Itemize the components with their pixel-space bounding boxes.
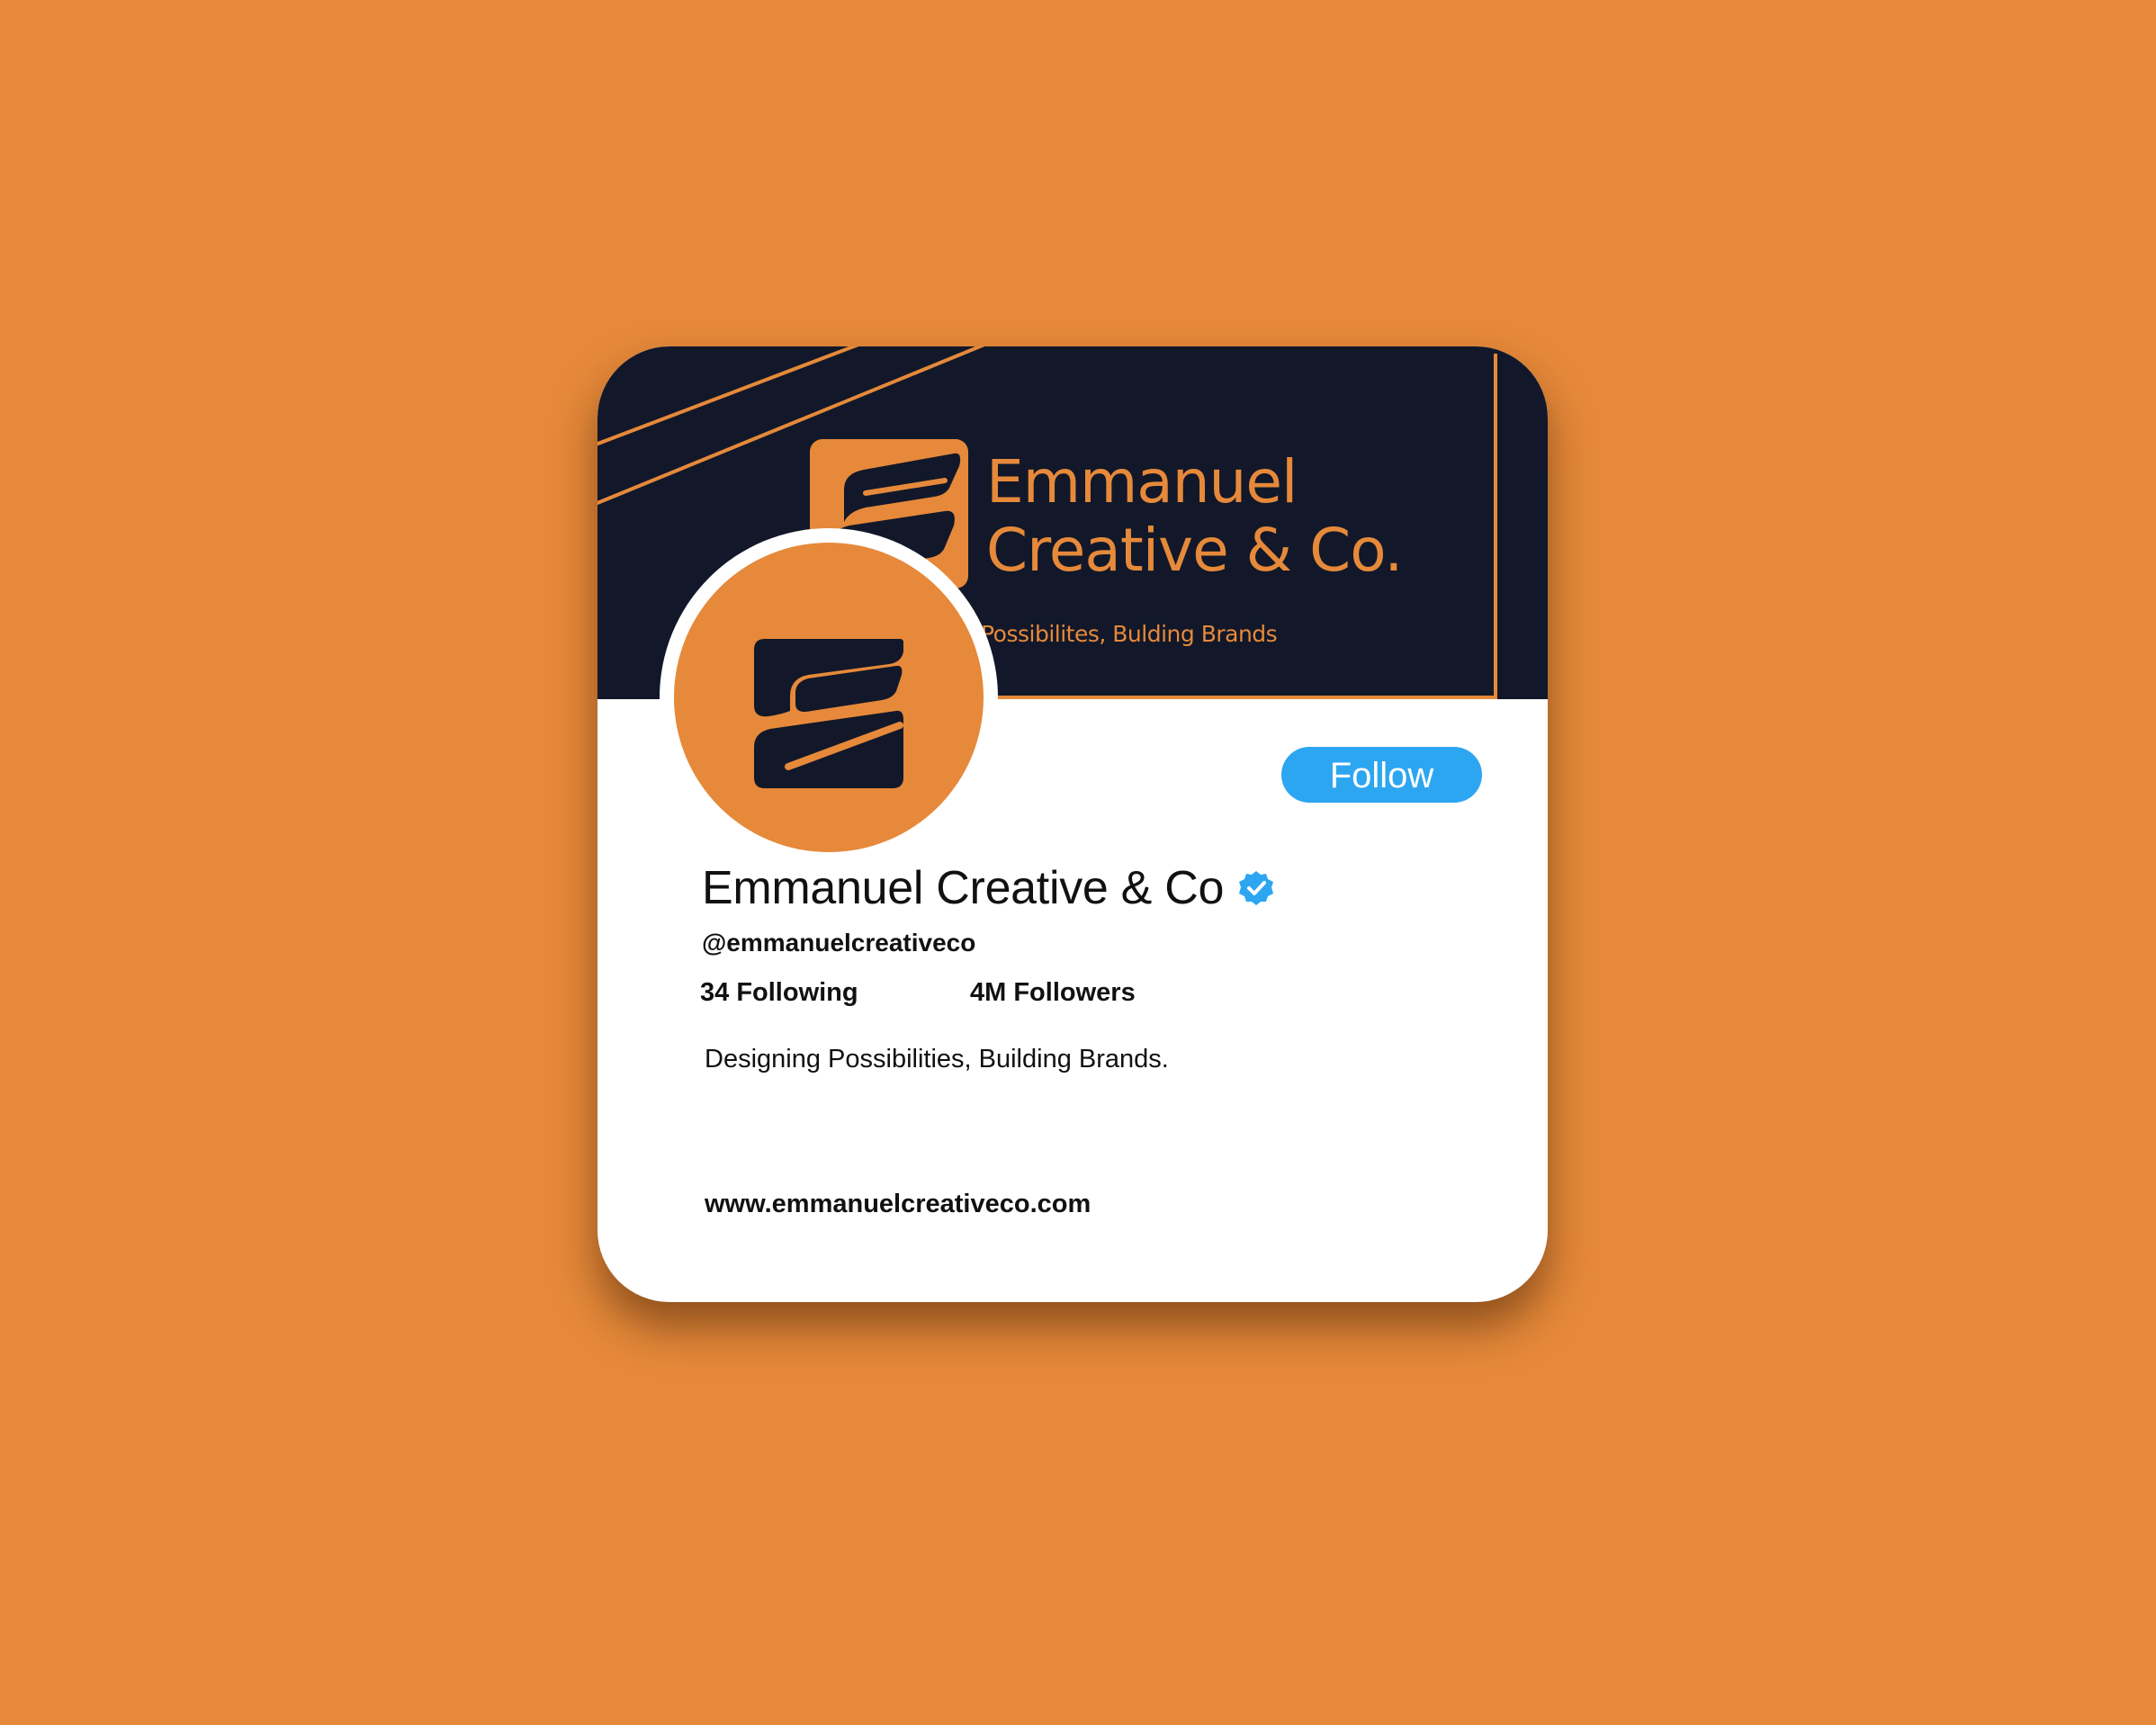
profile-card: Emmanuel Creative & Co. Possibilites, Bu… <box>597 346 1548 1302</box>
website-link[interactable]: www.emmanuelcreativeco.com <box>705 1190 1091 1219</box>
followers-count[interactable]: 4M Followers <box>970 978 1136 1008</box>
avatar[interactable] <box>660 528 998 867</box>
verified-badge-icon <box>1239 871 1274 905</box>
banner-brand-line1: Emmanuel <box>986 447 1298 517</box>
banner-tagline: Possibilites, Bulding Brands <box>981 621 1278 647</box>
display-name: Emmanuel Creative & Co <box>702 862 1225 914</box>
profile-bio: Designing Possibilities, Building Brands… <box>705 1045 1169 1074</box>
follow-button[interactable]: Follow <box>1281 747 1482 803</box>
brand-logo-icon <box>754 639 903 788</box>
profile-handle: @emmanuelcreativeco <box>702 929 976 957</box>
name-row: Emmanuel Creative & Co <box>702 861 1274 915</box>
banner-brand-name: Emmanuel Creative & Co. <box>986 447 1403 585</box>
following-count[interactable]: 34 Following <box>700 978 858 1008</box>
avatar-circle <box>674 543 984 852</box>
banner-brand-line2: Creative & Co. <box>986 516 1403 585</box>
